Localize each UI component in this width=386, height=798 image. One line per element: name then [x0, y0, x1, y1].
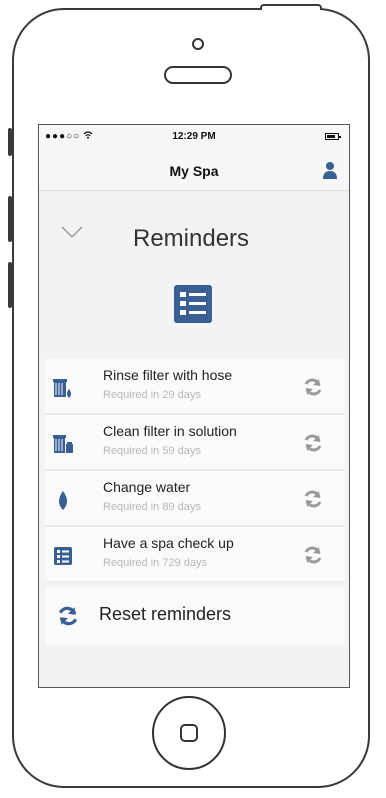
- reset-icon: [58, 606, 78, 626]
- battery-icon: [325, 133, 341, 140]
- profile-icon[interactable]: [323, 161, 337, 179]
- list-item[interactable]: Have a spa check up Required in 729 days: [45, 527, 345, 583]
- reminder-due: Required in 59 days: [103, 445, 201, 457]
- mute-switch: [8, 128, 12, 156]
- content-area: Reminders Rinse filter with hose Require…: [39, 191, 349, 687]
- reminder-due: Required in 729 days: [103, 557, 207, 569]
- reminder-due: Required in 29 days: [103, 389, 201, 401]
- reminders-header[interactable]: Reminders: [39, 191, 349, 271]
- list-item[interactable]: Rinse filter with hose Required in 29 da…: [45, 359, 345, 415]
- status-time: 12:29 PM: [172, 131, 216, 142]
- earpiece-speaker: [164, 66, 232, 84]
- filter-clean-icon: [53, 435, 73, 453]
- reminder-list: Rinse filter with hose Required in 29 da…: [45, 359, 345, 645]
- list-item[interactable]: Change water Required in 89 days: [45, 471, 345, 527]
- chevron-down-icon[interactable]: [61, 225, 83, 239]
- reminder-title: Have a spa check up: [103, 535, 234, 551]
- water-drop-icon: [59, 491, 67, 510]
- reminder-title: Change water: [103, 479, 191, 495]
- filter-rinse-icon: [53, 379, 71, 398]
- reminder-title: Clean filter in solution: [103, 423, 237, 439]
- refresh-icon[interactable]: [303, 545, 323, 565]
- status-bar: ●●●○○ 12:29 PM: [39, 125, 349, 149]
- app-screen: ●●●○○ 12:29 PM My Spa Reminders Rinse fi…: [38, 124, 350, 688]
- checklist-icon: [54, 547, 72, 565]
- list-item[interactable]: Clean filter in solution Required in 59 …: [45, 415, 345, 471]
- volume-down-button: [8, 262, 12, 308]
- page-title: Reminders: [133, 225, 250, 252]
- nav-bar: My Spa: [39, 149, 349, 191]
- reminder-title: Rinse filter with hose: [103, 367, 233, 383]
- volume-up-button: [8, 196, 12, 242]
- reminder-due: Required in 89 days: [103, 501, 201, 513]
- reset-label: Reset reminders: [99, 604, 232, 624]
- list-icon: [174, 285, 212, 323]
- refresh-icon[interactable]: [303, 377, 323, 397]
- front-camera: [192, 38, 204, 50]
- refresh-icon[interactable]: [303, 489, 323, 509]
- refresh-icon[interactable]: [303, 433, 323, 453]
- nav-title: My Spa: [169, 163, 219, 179]
- power-button: [260, 4, 322, 10]
- home-button[interactable]: [152, 696, 226, 770]
- reset-reminders-button[interactable]: Reset reminders: [45, 587, 345, 645]
